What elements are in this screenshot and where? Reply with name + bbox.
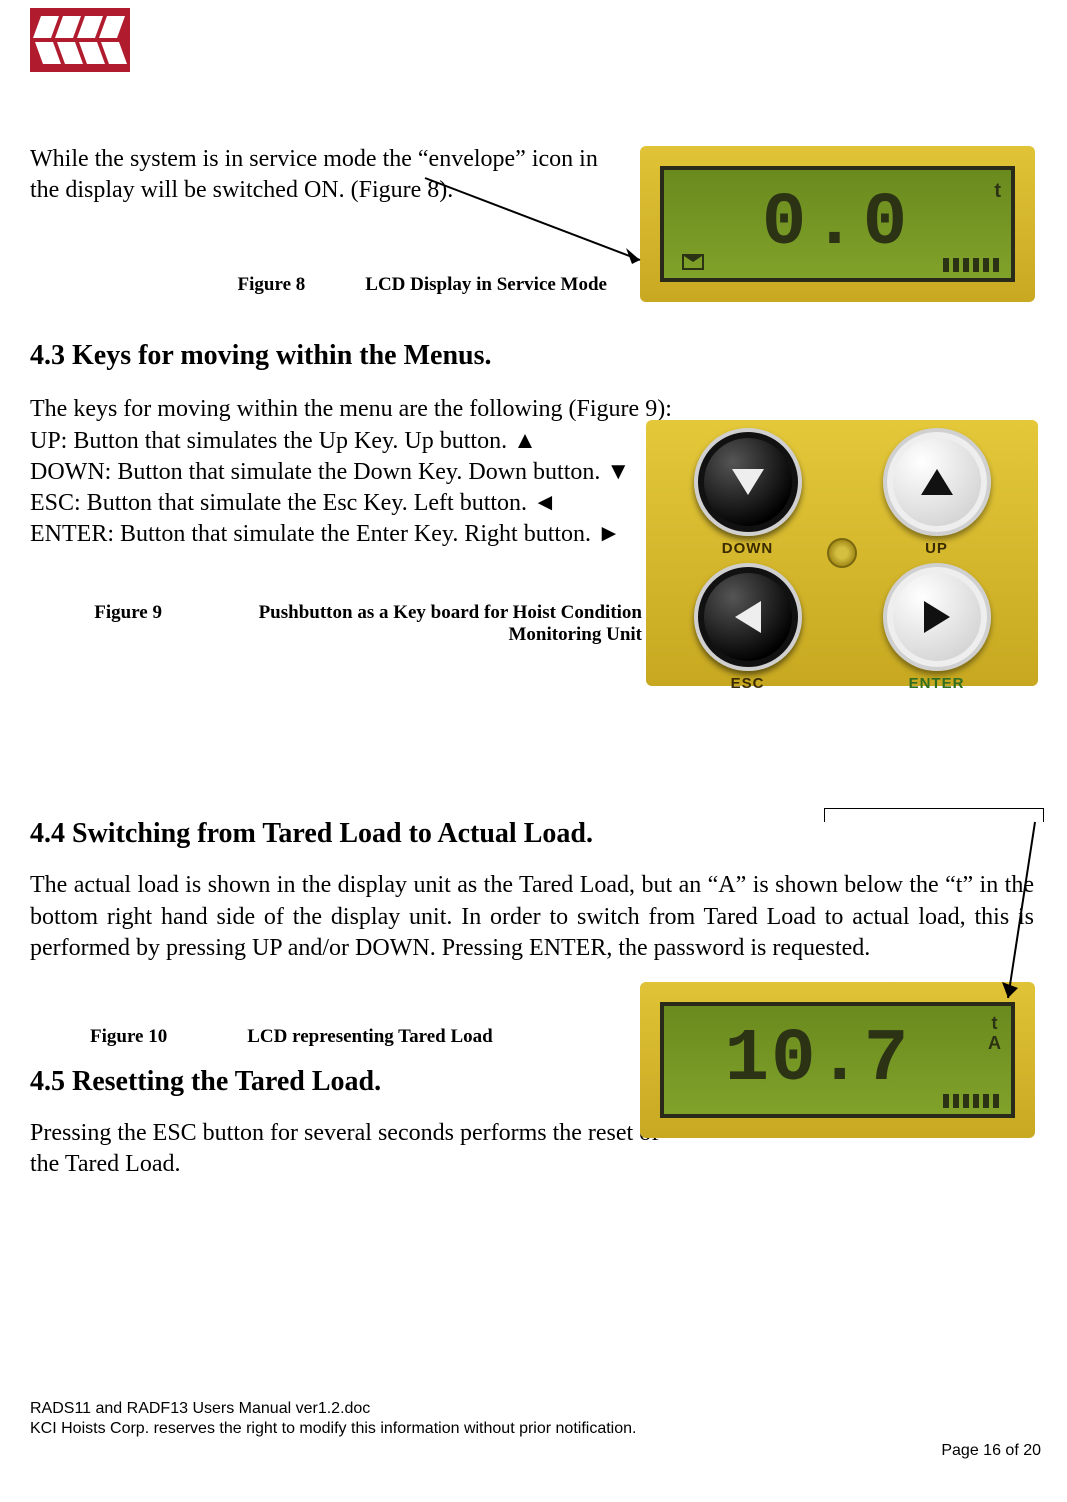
esc-button[interactable] bbox=[694, 563, 802, 671]
figure10-bracket bbox=[824, 808, 1044, 822]
figure8-caption: Figure 8 LCD Display in Service Mode bbox=[30, 274, 607, 296]
center-screw-icon bbox=[827, 538, 857, 568]
figure8-number: Figure 8 bbox=[238, 274, 306, 296]
figure8-lcd-unit: t bbox=[994, 180, 1001, 203]
figure10-lcd-unit-a: A bbox=[988, 1034, 1001, 1054]
figure10-number: Figure 10 bbox=[90, 1026, 167, 1048]
triangle-right-icon bbox=[924, 601, 950, 633]
bar-indicator-icon bbox=[943, 1094, 1003, 1108]
down-button[interactable] bbox=[694, 428, 802, 536]
figure10-caption: Figure 10 LCD representing Tared Load bbox=[90, 1026, 497, 1048]
figure10-lcd-panel: 10.7 t A bbox=[640, 982, 1035, 1138]
down-button-label: DOWN bbox=[722, 540, 774, 557]
enter-button[interactable] bbox=[883, 563, 991, 671]
section-4.5-paragraph: Pressing the ESC button for several seco… bbox=[30, 1118, 670, 1180]
esc-button-label: ESC bbox=[731, 675, 765, 692]
up-button-label: UP bbox=[925, 540, 948, 557]
triangle-up-icon bbox=[921, 469, 953, 495]
section-4.4-paragraph: The actual load is shown in the display … bbox=[30, 870, 1034, 964]
up-button[interactable] bbox=[883, 428, 991, 536]
kci-logo bbox=[30, 8, 130, 72]
figure10-screen: 10.7 t A bbox=[660, 1002, 1015, 1118]
figure10-text: LCD representing Tared Load bbox=[247, 1026, 492, 1048]
figure9-caption: Figure 9 Pushbutton as a Key board for H… bbox=[30, 602, 642, 646]
figure8-text: LCD Display in Service Mode bbox=[365, 274, 607, 296]
triangle-left-icon bbox=[735, 601, 761, 633]
footer-line-1: RADS11 and RADF13 Users Manual ver1.2.do… bbox=[30, 1400, 370, 1418]
figure9-number: Figure 9 bbox=[94, 602, 162, 646]
footer-line-2: KCI Hoists Corp. reserves the right to m… bbox=[30, 1420, 636, 1438]
figure9-text: Pushbutton as a Key board for Hoist Cond… bbox=[222, 602, 642, 646]
intro-paragraph: While the system is in service mode the … bbox=[30, 144, 630, 206]
figure9-pushbutton-panel: DOWN UP ESC ENTER bbox=[646, 420, 1038, 686]
figure8-lcd-value: 0.0 bbox=[762, 182, 913, 266]
bar-indicator-icon bbox=[943, 258, 1003, 272]
figure8-lcd-panel: 0.0 t bbox=[640, 146, 1035, 302]
figure10-lcd-value: 10.7 bbox=[725, 1018, 911, 1102]
page-number: Page 16 of 20 bbox=[941, 1442, 1041, 1460]
figure8-screen: 0.0 t bbox=[660, 166, 1015, 282]
section-4.4-heading: 4.4 Switching from Tared Load to Actual … bbox=[30, 818, 1037, 850]
figure10-lcd-units: t A bbox=[988, 1014, 1001, 1054]
envelope-icon bbox=[682, 254, 704, 270]
section-4.3-heading: 4.3 Keys for moving within the Menus. bbox=[30, 340, 1037, 372]
enter-button-label: ENTER bbox=[909, 675, 965, 692]
figure10-lcd-unit-t: t bbox=[988, 1014, 1001, 1034]
triangle-down-icon bbox=[732, 469, 764, 495]
